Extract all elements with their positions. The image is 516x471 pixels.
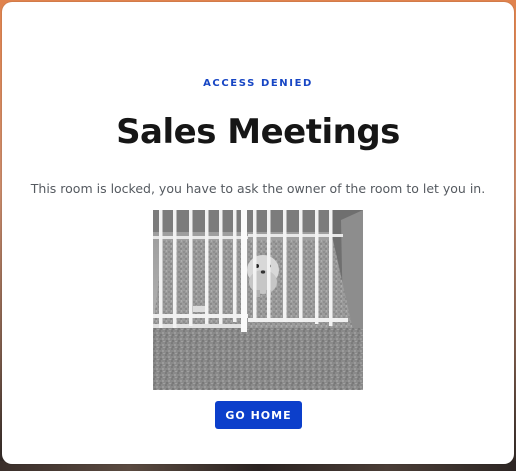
- go-home-button[interactable]: GO HOME: [215, 401, 302, 429]
- dog-behind-gate-image: [153, 210, 363, 390]
- locked-message: This room is locked, you have to ask the…: [30, 181, 486, 196]
- room-title: Sales Meetings: [116, 112, 400, 152]
- access-denied-label: ACCESS DENIED: [203, 78, 313, 89]
- access-denied-card: ACCESS DENIED Sales Meetings This room i…: [2, 2, 514, 464]
